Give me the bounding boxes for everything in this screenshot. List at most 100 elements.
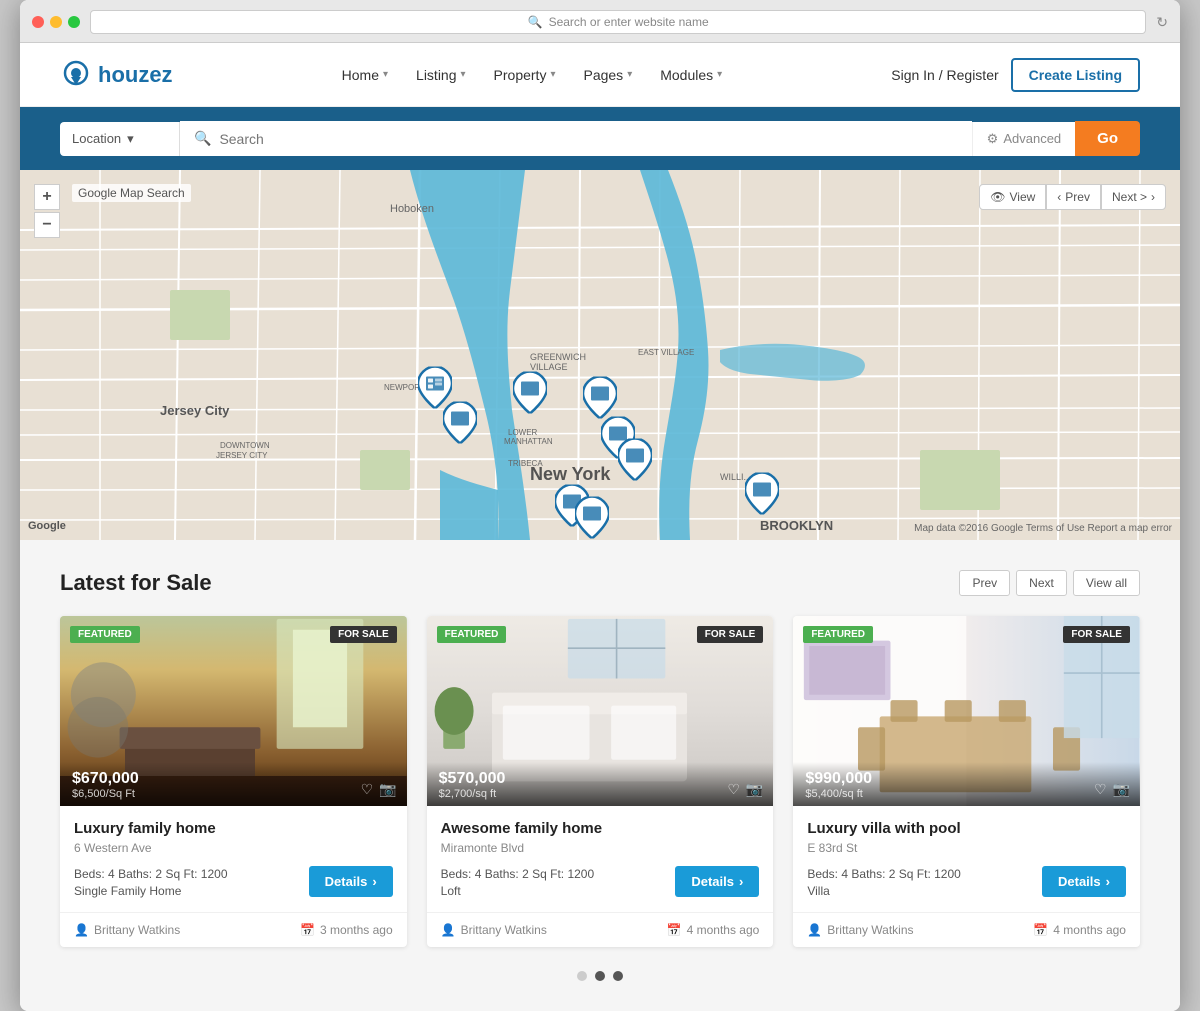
heart-icon[interactable]: ♡: [727, 781, 740, 798]
svg-text:MANHATTAN: MANHATTAN: [504, 437, 553, 446]
main-nav: Home ▾ Listing ▾ Property ▾ Pages ▾ Modu…: [330, 59, 735, 91]
details-button-1[interactable]: Details ›: [309, 866, 393, 897]
nav-property[interactable]: Property ▾: [482, 59, 568, 91]
view-all-button[interactable]: View all: [1073, 570, 1140, 596]
camera-icon[interactable]: 📷: [746, 781, 763, 798]
carousel-dot-3[interactable]: [613, 971, 623, 981]
close-button[interactable]: [32, 16, 44, 28]
card-price-overlay-1: $670,000 $6,500/Sq Ft: [60, 762, 407, 806]
card-specs-2: Beds: 4 Baths: 2 Sq Ft: 1200 Loft: [441, 865, 595, 898]
card-price-1: $670,000: [72, 770, 395, 788]
create-listing-button[interactable]: Create Listing: [1011, 58, 1140, 92]
calendar-icon: 📅: [667, 923, 682, 937]
signin-link[interactable]: Sign In / Register: [891, 67, 998, 83]
address-text: Search or enter website name: [549, 15, 709, 29]
card-price-3: $990,000: [805, 770, 1128, 788]
search-input[interactable]: [219, 131, 957, 147]
map-pin-3[interactable]: [513, 372, 547, 419]
details-button-3[interactable]: Details ›: [1042, 866, 1126, 897]
gear-icon: ⚙: [987, 131, 999, 147]
logo[interactable]: houzez: [60, 59, 173, 91]
property-cards-grid: FEATURED FOR SALE $670,000 $6,500/Sq Ft …: [60, 616, 1140, 947]
logo-text: houzez: [98, 62, 173, 88]
chevron-down-icon: ▾: [627, 69, 632, 80]
nav-modules[interactable]: Modules ▾: [648, 59, 734, 91]
card-body-3: Luxury villa with pool E 83rd St Beds: 4…: [793, 806, 1140, 912]
heart-icon[interactable]: ♡: [1094, 781, 1107, 798]
card-time-3: 📅 4 months ago: [1033, 923, 1126, 937]
map-pin-9[interactable]: [745, 473, 779, 520]
svg-text:GREENWICH: GREENWICH: [530, 352, 586, 362]
map-prev-button[interactable]: ‹ Prev: [1046, 184, 1101, 210]
eye-icon: 👁: [990, 190, 1005, 204]
chevron-down-icon: ▾: [717, 69, 722, 80]
arrow-right-icon: ›: [372, 874, 376, 889]
badge-status-1: FOR SALE: [330, 626, 397, 643]
user-icon: 👤: [74, 923, 89, 937]
go-button[interactable]: Go: [1075, 121, 1140, 156]
map-view-button[interactable]: 👁 View: [979, 184, 1046, 210]
card-agent-3: 👤 Brittany Watkins: [807, 923, 913, 937]
nav-home[interactable]: Home ▾: [330, 59, 400, 91]
heart-icon[interactable]: ♡: [361, 781, 374, 798]
card-specs-1: Beds: 4 Baths: 2 Sq Ft: 1200 Single Fami…: [74, 865, 228, 898]
svg-text:DOWNTOWN: DOWNTOWN: [220, 441, 270, 450]
arrow-right-icon: ›: [739, 874, 743, 889]
card-footer-2: 👤 Brittany Watkins 📅 4 months ago: [427, 912, 774, 947]
traffic-lights: [32, 16, 80, 28]
card-body-1: Luxury family home 6 Western Ave Beds: 4…: [60, 806, 407, 912]
map-svg: New York Jersey City BROOKLYN Hoboken GR…: [20, 170, 1180, 540]
camera-icon[interactable]: 📷: [1113, 781, 1130, 798]
nav-listing[interactable]: Listing ▾: [404, 59, 478, 91]
card-price-per-2: $2,700/sq ft: [439, 788, 762, 800]
minimize-button[interactable]: [50, 16, 62, 28]
map-footer-text: Map data ©2016 Google Terms of Use Repor…: [914, 523, 1172, 534]
address-bar[interactable]: 🔍 Search or enter website name: [90, 10, 1146, 34]
svg-text:EAST VILLAGE: EAST VILLAGE: [638, 348, 694, 357]
carousel-dot-2[interactable]: [595, 971, 605, 981]
prev-button[interactable]: Prev: [959, 570, 1010, 596]
svg-text:JERSEY CITY: JERSEY CITY: [216, 451, 268, 460]
card-details-row-3: Beds: 4 Baths: 2 Sq Ft: 1200 Villa Detai…: [807, 865, 1126, 898]
map-nav-buttons: 👁 View ‹ Prev Next > ›: [979, 184, 1166, 210]
map-pin-2[interactable]: [443, 402, 477, 449]
google-logo: Google: [28, 520, 66, 532]
section-nav: Prev Next View all: [959, 570, 1140, 596]
svg-text:Jersey City: Jersey City: [160, 403, 230, 418]
camera-icon[interactable]: 📷: [379, 781, 396, 798]
card-title-2: Awesome family home: [441, 820, 760, 837]
browser-window: 🔍 Search or enter website name ↻ houzez …: [20, 0, 1180, 1011]
map-zoom-controls: + −: [34, 184, 60, 238]
next-button[interactable]: Next: [1016, 570, 1067, 596]
card-actions-3: ♡ 📷: [1094, 781, 1130, 798]
advanced-button[interactable]: ⚙ Advanced: [972, 122, 1075, 156]
card-price-overlay-2: $570,000 $2,700/sq ft: [427, 762, 774, 806]
nav-pages[interactable]: Pages ▾: [571, 59, 644, 91]
svg-text:Hoboken: Hoboken: [390, 203, 434, 215]
card-price-2: $570,000: [439, 770, 762, 788]
details-button-2[interactable]: Details ›: [675, 866, 759, 897]
zoom-in-button[interactable]: +: [34, 184, 60, 210]
chevron-down-icon: ▾: [127, 131, 134, 147]
card-address-2: Miramonte Blvd: [441, 841, 760, 855]
map-next-button[interactable]: Next > ›: [1101, 184, 1166, 210]
map-pin-8[interactable]: [575, 497, 609, 541]
property-card-1: FEATURED FOR SALE $670,000 $6,500/Sq Ft …: [60, 616, 407, 947]
search-icon: 🔍: [528, 15, 543, 29]
maximize-button[interactable]: [68, 16, 80, 28]
card-footer-3: 👤 Brittany Watkins 📅 4 months ago: [793, 912, 1140, 947]
card-footer-1: 👤 Brittany Watkins 📅 3 months ago: [60, 912, 407, 947]
location-label: Location: [72, 131, 121, 146]
carousel-dot-1[interactable]: [577, 971, 587, 981]
card-actions-1: ♡ 📷: [361, 781, 397, 798]
chevron-down-icon: ▾: [550, 69, 555, 80]
property-card-2: FEATURED FOR SALE $570,000 $2,700/sq ft …: [427, 616, 774, 947]
card-specs-3: Beds: 4 Baths: 2 Sq Ft: 1200 Villa: [807, 865, 961, 898]
main-content: Latest for Sale Prev Next View all: [20, 540, 1180, 1011]
reload-button[interactable]: ↻: [1156, 14, 1168, 31]
map-label: Google Map Search: [72, 184, 191, 202]
map-pin-6[interactable]: [618, 439, 652, 486]
zoom-out-button[interactable]: −: [34, 212, 60, 238]
location-select[interactable]: Location ▾: [60, 122, 180, 156]
svg-text:VILLAGE: VILLAGE: [530, 362, 568, 372]
